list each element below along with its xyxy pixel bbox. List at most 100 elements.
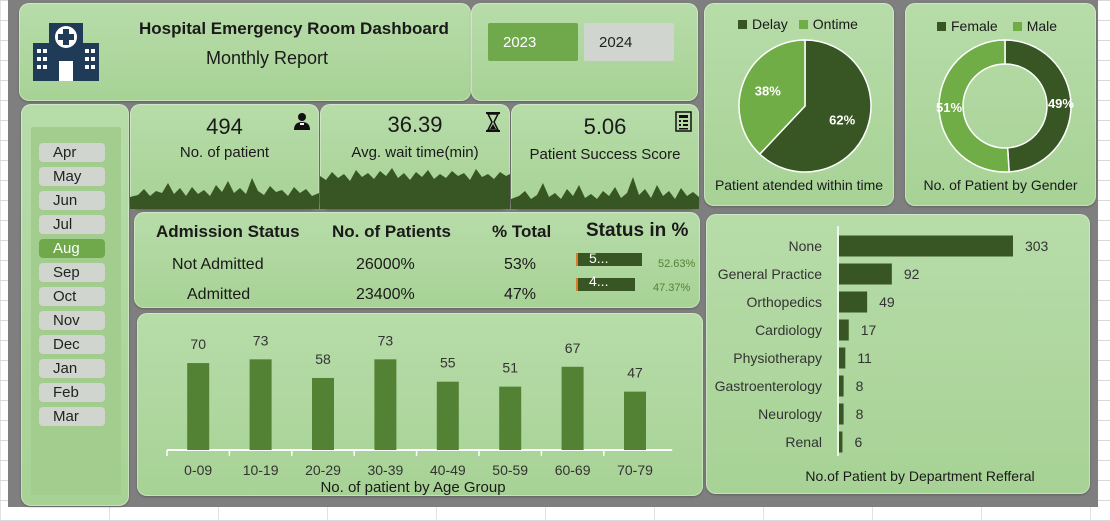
age-bar-value: 73 <box>253 332 269 348</box>
legend-swatch-delay <box>738 19 747 29</box>
month-button-mar[interactable]: Mar <box>39 407 105 426</box>
age-group-card: 70 0-09 73 10-19 58 20-29 73 30-39 55 40-49 51 50-5… <box>137 313 703 496</box>
department-bar <box>839 319 849 341</box>
department-value: 49 <box>879 294 895 310</box>
age-bar <box>312 377 334 450</box>
legend-male: Male <box>1026 18 1058 34</box>
age-group-title: No. of patient by Age Group <box>320 479 506 496</box>
person-icon <box>294 113 310 130</box>
admission-bar-pct: 47.37% <box>653 282 691 294</box>
header-card: Hospital Emergency Room Dashboard Monthl… <box>19 3 471 101</box>
department-chart: None 303 General Practice 92 Orthopedics 49 Ca… <box>715 226 1049 456</box>
department-bar <box>839 347 846 369</box>
age-category-label: 0-09 <box>184 462 212 478</box>
hospital-icon <box>33 23 99 81</box>
month-button-may[interactable]: May <box>39 167 105 186</box>
year-button-2023[interactable]: 2023 <box>488 23 578 61</box>
hourglass-icon <box>486 112 500 132</box>
age-bar <box>436 381 459 450</box>
age-bar-value: 47 <box>627 365 643 381</box>
month-button-nov[interactable]: Nov <box>39 311 105 330</box>
age-bar-value: 73 <box>378 332 394 348</box>
admission-patients-cell: 26000% <box>356 256 415 273</box>
department-label: Cardiology <box>755 322 822 338</box>
department-title: No.of Patient by Department Refferal <box>805 468 1035 484</box>
admission-header-status-pct: Status in % <box>586 220 689 241</box>
age-bar <box>499 386 522 450</box>
month-button-sep[interactable]: Sep <box>39 263 105 282</box>
kpi-patients-label: No. of patient <box>179 144 270 161</box>
age-bar-value: 67 <box>565 340 581 356</box>
department-label: None <box>789 238 823 254</box>
donut-legend: Female Male <box>937 18 1057 34</box>
kpi-wait-card: 36.39 Avg. wait time(min) <box>320 104 510 209</box>
department-bar <box>839 431 843 453</box>
legend-swatch-ontime <box>798 19 808 29</box>
age-bar-value: 51 <box>502 360 518 376</box>
legend-delay: Delay <box>752 16 788 32</box>
slice-label: 51% <box>936 100 962 115</box>
dashboard-subtitle: Monthly Report <box>206 48 329 68</box>
kpi-score-value: 5.06 <box>583 114 627 139</box>
legend-ontime: Ontime <box>812 16 858 32</box>
year-button-2024[interactable]: 2024 <box>584 23 674 61</box>
slice-label: 62% <box>829 113 855 128</box>
gender-donut-card: Female Male 49% 51% No. of Patient by Gen… <box>905 3 1096 206</box>
department-value: 303 <box>1025 238 1049 254</box>
department-value: 17 <box>861 322 877 338</box>
age-bar <box>561 366 584 450</box>
age-category-label: 10-19 <box>243 462 279 478</box>
department-value: 6 <box>854 434 862 450</box>
age-bar-value: 70 <box>190 336 206 352</box>
month-button-apr[interactable]: Apr <box>39 143 105 162</box>
age-bar <box>624 391 646 450</box>
admission-patients-cell: 23400% <box>356 286 415 303</box>
kpi-wait-sparkline <box>320 168 510 209</box>
department-label: Renal <box>785 434 822 450</box>
age-category-label: 60-69 <box>555 462 591 478</box>
month-button-aug[interactable]: Aug <box>39 239 105 258</box>
department-label: Gastroenterology <box>715 378 822 394</box>
month-button-oct[interactable]: Oct <box>39 287 105 306</box>
department-value: 11 <box>857 350 872 366</box>
kpi-patients-value: 494 <box>206 114 243 139</box>
admission-header-status: Admission Status <box>156 222 300 241</box>
department-bar <box>839 375 844 397</box>
age-category-label: 70-79 <box>617 462 653 478</box>
month-button-jul[interactable]: Jul <box>39 215 105 234</box>
admission-status-cell: Admitted <box>187 286 251 303</box>
department-label: General Practice <box>718 266 822 282</box>
age-category-label: 50-59 <box>492 462 528 478</box>
kpi-wait-value: 36.39 <box>387 112 443 137</box>
slice-label: 38% <box>755 83 781 98</box>
admission-header-total: % Total <box>492 222 552 241</box>
dashboard-title: Hospital Emergency Room Dashboard <box>139 19 449 38</box>
ontime-pie-chart: 62% 38% <box>738 39 872 173</box>
month-button-jan[interactable]: Jan <box>39 359 105 378</box>
admission-card: Admission Status No. of Patients % Total… <box>134 212 700 308</box>
department-bar <box>839 403 844 425</box>
year-label: 2024 <box>599 33 633 51</box>
month-button-feb[interactable]: Feb <box>39 383 105 402</box>
kpi-score-sparkline <box>511 177 699 209</box>
month-button-dec[interactable]: Dec <box>39 335 105 354</box>
year-label: 2023 <box>503 33 537 51</box>
age-bar <box>187 363 210 450</box>
kpi-patients-sparkline <box>130 178 319 209</box>
age-bar <box>249 359 272 450</box>
admission-data-bar <box>576 253 642 266</box>
clipboard-icon <box>675 111 692 132</box>
department-label: Physiotherapy <box>733 350 822 366</box>
department-label: Orthopedics <box>747 294 822 310</box>
kpi-score-label: Patient Success Score <box>529 146 681 163</box>
legend-swatch-male <box>1012 21 1022 31</box>
age-bar-value: 58 <box>315 351 331 367</box>
department-bar <box>839 235 1013 257</box>
kpi-patients-card: 494 No. of patient <box>130 104 319 209</box>
month-button-jun[interactable]: Jun <box>39 191 105 210</box>
kpi-score-card: 5.06 Patient Success Score <box>511 104 699 209</box>
admission-pct-cell: 47% <box>504 286 537 303</box>
slice-label: 49% <box>1048 96 1074 111</box>
gender-donut-chart: 49% 51% <box>936 39 1074 173</box>
age-category-label: 30-39 <box>367 462 403 478</box>
